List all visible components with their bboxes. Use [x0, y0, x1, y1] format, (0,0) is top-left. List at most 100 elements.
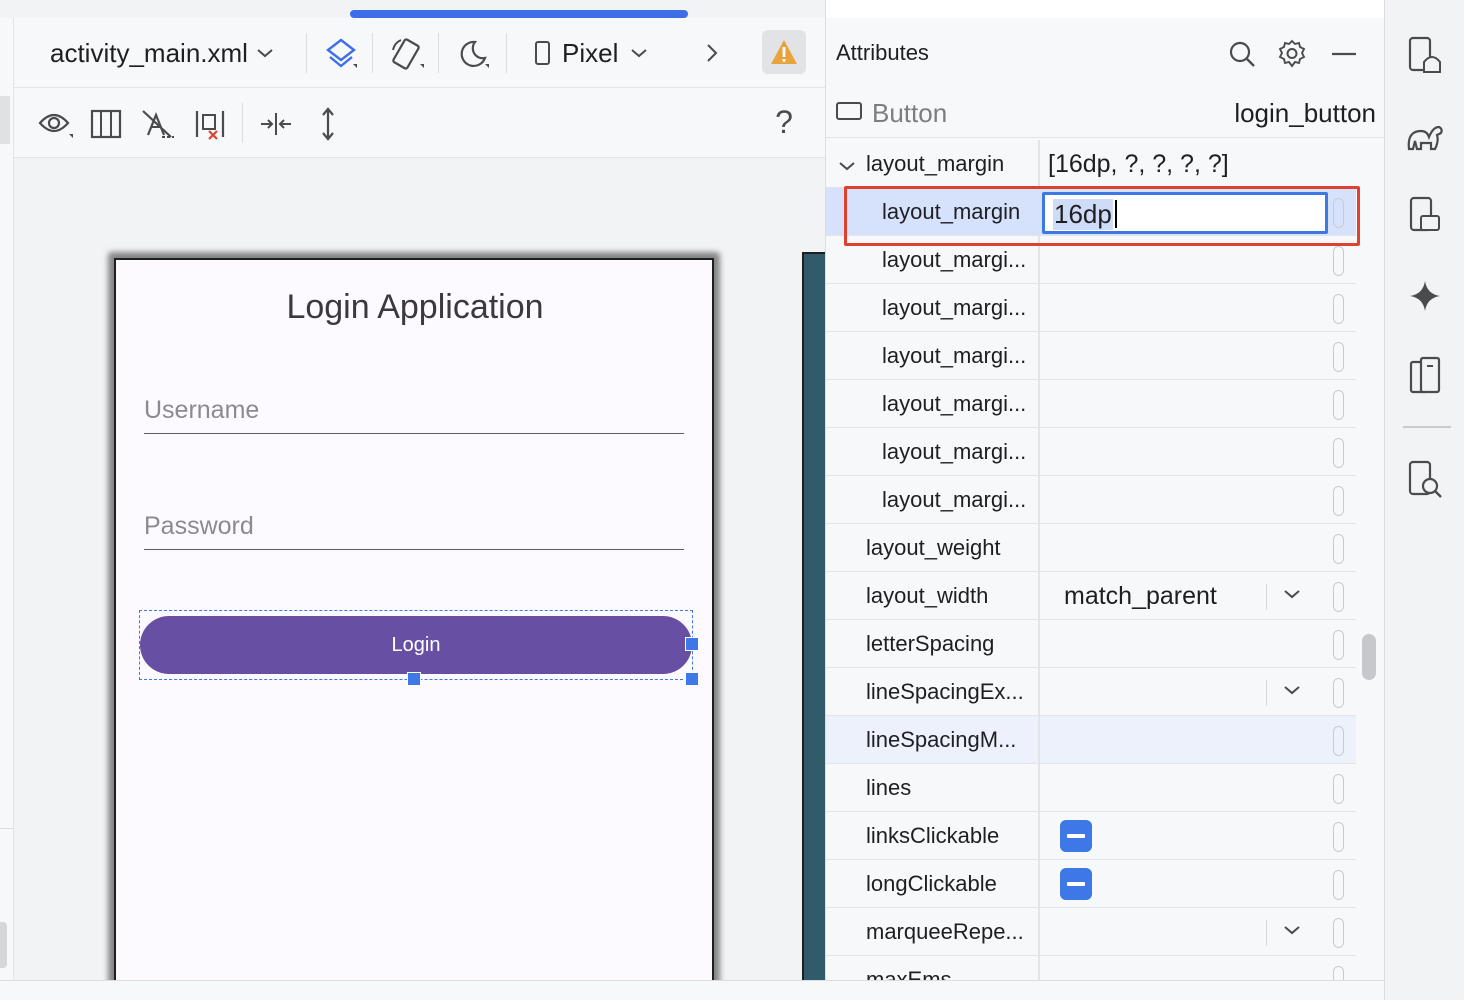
table-row[interactable]: layout_margin [16dp, ?, ?, ?, ?]: [826, 140, 1356, 188]
device-selector[interactable]: Pixel: [534, 34, 648, 72]
resize-handle-right[interactable]: [685, 637, 699, 651]
autoconnect-toggle-button[interactable]: [138, 104, 178, 144]
device-manager-button[interactable]: [1405, 36, 1445, 76]
status-bar: [0, 980, 1384, 1000]
layers-icon: [326, 38, 357, 68]
attributes-table: layout_margin [16dp, ?, ?, ?, ?] layout_…: [826, 140, 1356, 980]
table-row[interactable]: layout_margi...: [826, 332, 1356, 380]
tristate-checkbox[interactable]: [1060, 820, 1092, 852]
gutter-handle[interactable]: [0, 922, 7, 968]
table-row[interactable]: layout_margi...: [826, 476, 1356, 524]
resource-picker-button[interactable]: [1333, 534, 1344, 564]
attributes-search-button[interactable]: [1222, 34, 1262, 74]
chevron-down-icon: [631, 49, 648, 58]
table-row[interactable]: layout_margi...: [826, 428, 1356, 476]
attribute-name: linksClickable: [866, 823, 1000, 848]
layout-inspector-button[interactable]: [1405, 460, 1445, 500]
gemini-button[interactable]: [1405, 276, 1445, 316]
component-id[interactable]: login_button: [1234, 98, 1376, 129]
table-row[interactable]: linksClickable: [826, 812, 1356, 860]
device-manager-icon: [1408, 36, 1441, 73]
tristate-checkbox[interactable]: [1060, 868, 1092, 900]
night-mode-button[interactable]: [452, 34, 494, 74]
attribute-name: layout_margi...: [882, 247, 1027, 272]
device-mirroring-button[interactable]: [1405, 356, 1445, 396]
editor-toolbar: activity_main.xml Pixel: [14, 18, 825, 88]
username-edittext[interactable]: Username: [144, 394, 684, 434]
resource-picker-button[interactable]: [1333, 822, 1344, 852]
gradle-button[interactable]: [1405, 116, 1445, 156]
resource-picker-button[interactable]: [1333, 726, 1344, 756]
attributes-header: Attributes: [826, 18, 1384, 88]
password-edittext[interactable]: Password: [144, 510, 684, 550]
running-devices-icon: [1409, 196, 1440, 232]
table-row[interactable]: longClickable: [826, 860, 1356, 908]
username-hint: Username: [144, 396, 260, 424]
attribute-name: layout_width: [866, 583, 989, 608]
resource-picker-button[interactable]: [1333, 390, 1344, 420]
orientation-button[interactable]: [386, 34, 428, 74]
table-row[interactable]: layout_margi...: [826, 380, 1356, 428]
resize-handle-bottom[interactable]: [407, 672, 421, 686]
resource-picker-button[interactable]: [1333, 246, 1344, 276]
design-surface-button[interactable]: [320, 34, 362, 74]
chevron-down-icon: [1284, 686, 1300, 695]
table-row[interactable]: layout_width match_parent: [826, 572, 1356, 620]
table-row[interactable]: lineSpacingEx...: [826, 668, 1356, 716]
gear-icon: [1278, 39, 1306, 68]
value-dropdown[interactable]: [1266, 680, 1312, 706]
warning-icon: [771, 40, 797, 64]
chevron-down-icon[interactable]: [838, 160, 856, 172]
resize-handle-corner[interactable]: [685, 672, 699, 686]
resource-picker-button[interactable]: [1333, 630, 1344, 660]
table-row[interactable]: marqueeRepe...: [826, 908, 1356, 956]
resource-picker-button[interactable]: [1333, 486, 1344, 516]
blueprint-preview[interactable]: [802, 252, 825, 980]
attributes-minimize-button[interactable]: [1324, 34, 1364, 74]
resource-picker-button[interactable]: [1333, 438, 1344, 468]
pack-horizontal-button[interactable]: [256, 104, 296, 144]
resource-picker-button[interactable]: [1333, 966, 1344, 980]
attribute-name: lineSpacingEx...: [866, 679, 1024, 704]
blueprint-toggle-button[interactable]: [86, 104, 126, 144]
table-row[interactable]: layout_margi...: [826, 284, 1356, 332]
table-row[interactable]: letterSpacing: [826, 620, 1356, 668]
clear-constraints-button[interactable]: [190, 104, 230, 144]
gradle-icon: [1407, 125, 1443, 151]
resource-picker-button[interactable]: [1333, 582, 1344, 612]
device-preview[interactable]: Login Application Username Password Logi…: [114, 258, 714, 980]
pack-vertical-button[interactable]: [308, 104, 348, 144]
button-component-icon: [836, 102, 862, 120]
view-options-button[interactable]: [36, 104, 76, 144]
warnings-button[interactable]: [762, 30, 806, 74]
table-row[interactable]: layout_weight: [826, 524, 1356, 572]
preview-title-text[interactable]: Login Application: [116, 288, 714, 327]
attribute-name: longClickable: [866, 871, 997, 896]
attributes-settings-button[interactable]: [1272, 34, 1312, 74]
table-row[interactable]: lineSpacingM...: [826, 716, 1356, 764]
file-selector[interactable]: activity_main.xml: [50, 34, 274, 72]
resource-picker-button[interactable]: [1333, 342, 1344, 372]
resource-picker-button[interactable]: [1333, 774, 1344, 804]
running-devices-button[interactable]: [1405, 196, 1445, 236]
resource-picker-button[interactable]: [1333, 678, 1344, 708]
attributes-panel: Attributes Button login_button layout_ma…: [826, 18, 1384, 980]
attribute-value[interactable]: match_parent: [1064, 582, 1217, 611]
attribute-value[interactable]: [16dp, ?, ?, ?, ?]: [1048, 150, 1229, 179]
columns-icon: [90, 109, 122, 139]
help-button[interactable]: ?: [768, 102, 800, 142]
value-dropdown[interactable]: [1266, 920, 1312, 946]
more-toolbar-button[interactable]: [698, 36, 726, 70]
table-row[interactable]: maxEms: [826, 956, 1356, 980]
attribute-name: marqueeRepe...: [866, 919, 1024, 944]
resource-picker-button[interactable]: [1333, 294, 1344, 324]
table-row[interactable]: lines: [826, 764, 1356, 812]
resource-picker-button[interactable]: [1333, 918, 1344, 948]
resource-picker-button[interactable]: [1333, 870, 1344, 900]
gutter-tab[interactable]: [0, 96, 10, 144]
attributes-scrollbar[interactable]: [1362, 634, 1376, 680]
attribute-name: layout_margi...: [882, 487, 1027, 512]
value-dropdown[interactable]: [1266, 584, 1312, 610]
selection-outline: [139, 610, 693, 680]
password-hint: Password: [144, 512, 254, 540]
